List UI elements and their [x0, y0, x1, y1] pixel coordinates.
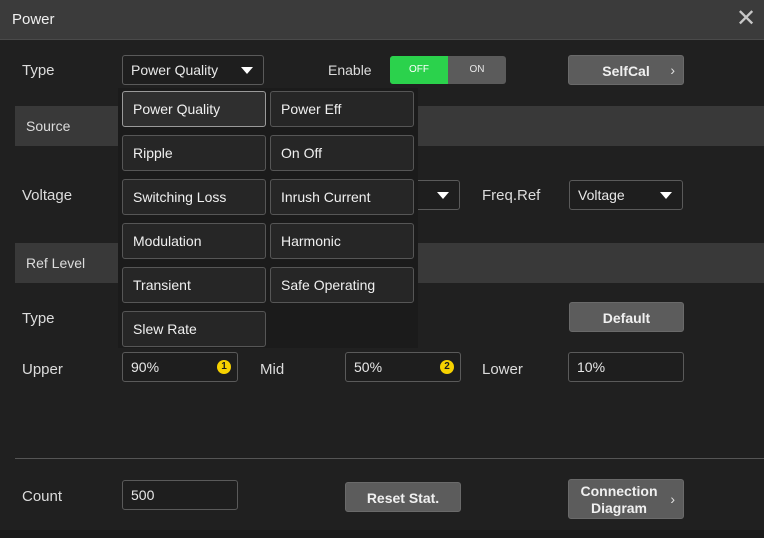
type-dropdown[interactable]: Power Quality [122, 55, 264, 85]
menu-option-on-off[interactable]: On Off [270, 135, 414, 171]
freq-ref-value: Voltage [578, 187, 625, 203]
connection-diagram-line2: Diagram [590, 500, 648, 516]
type-label: Type [22, 62, 55, 79]
freq-ref-label: Freq.Ref [482, 187, 541, 204]
reset-stat-button[interactable]: Reset Stat. [345, 482, 461, 512]
title-bar [0, 0, 764, 40]
source-label: Source [26, 118, 71, 134]
window-bottom-edge [0, 530, 764, 538]
ref-type-label: Type [22, 310, 55, 327]
count-label: Count [22, 488, 63, 505]
connection-diagram-button[interactable]: Connection Diagram › [568, 479, 684, 519]
ref-level-label: Ref Level [26, 255, 86, 271]
count-input[interactable]: 500 [122, 480, 238, 510]
menu-option-harmonic[interactable]: Harmonic [270, 223, 414, 259]
count-value: 500 [131, 487, 155, 503]
marker-1-icon: 1 [217, 360, 231, 374]
lower-value: 10% [577, 359, 606, 375]
default-button[interactable]: Default [569, 302, 684, 332]
menu-option-transient[interactable]: Transient [122, 267, 266, 303]
mid-label: Mid [260, 361, 285, 378]
upper-input[interactable]: 90% 1 [122, 352, 238, 382]
lower-label: Lower [482, 361, 523, 378]
chevron-right-icon: › [670, 62, 675, 78]
caret-down-icon [241, 67, 253, 74]
voltage-label: Voltage [22, 187, 73, 204]
divider [15, 458, 764, 459]
caret-down-icon [660, 192, 672, 199]
toggle-on-option[interactable]: ON [448, 56, 506, 84]
mid-input[interactable]: 50% 2 [345, 352, 461, 382]
mid-value: 50% [354, 359, 383, 375]
chevron-right-icon: › [670, 491, 675, 507]
connection-diagram-line1: Connection [580, 483, 658, 499]
selfcal-button[interactable]: SelfCal › [568, 55, 684, 85]
enable-toggle[interactable]: OFF ON [390, 56, 506, 84]
menu-option-power-quality[interactable]: Power Quality [122, 91, 266, 127]
upper-value: 90% [131, 359, 160, 375]
selfcal-label: SelfCal [602, 63, 650, 79]
type-menu [118, 88, 418, 348]
toggle-off-option[interactable]: OFF [390, 56, 448, 84]
window-title: Power [12, 11, 55, 28]
caret-down-icon [437, 192, 449, 199]
freq-ref-dropdown[interactable]: Voltage [569, 180, 683, 210]
menu-option-slew-rate[interactable]: Slew Rate [122, 311, 266, 347]
menu-option-safe-operating[interactable]: Safe Operating [270, 267, 414, 303]
marker-2-icon: 2 [440, 360, 454, 374]
upper-label: Upper [22, 361, 63, 378]
close-icon[interactable]: ✕ [734, 7, 758, 32]
type-dropdown-value: Power Quality [131, 62, 219, 78]
menu-option-modulation[interactable]: Modulation [122, 223, 266, 259]
enable-label: Enable [328, 62, 372, 78]
menu-option-ripple[interactable]: Ripple [122, 135, 266, 171]
menu-option-switching-loss[interactable]: Switching Loss [122, 179, 266, 215]
lower-input[interactable]: 10% [568, 352, 684, 382]
menu-option-power-eff[interactable]: Power Eff [270, 91, 414, 127]
menu-option-inrush-current[interactable]: Inrush Current [270, 179, 414, 215]
